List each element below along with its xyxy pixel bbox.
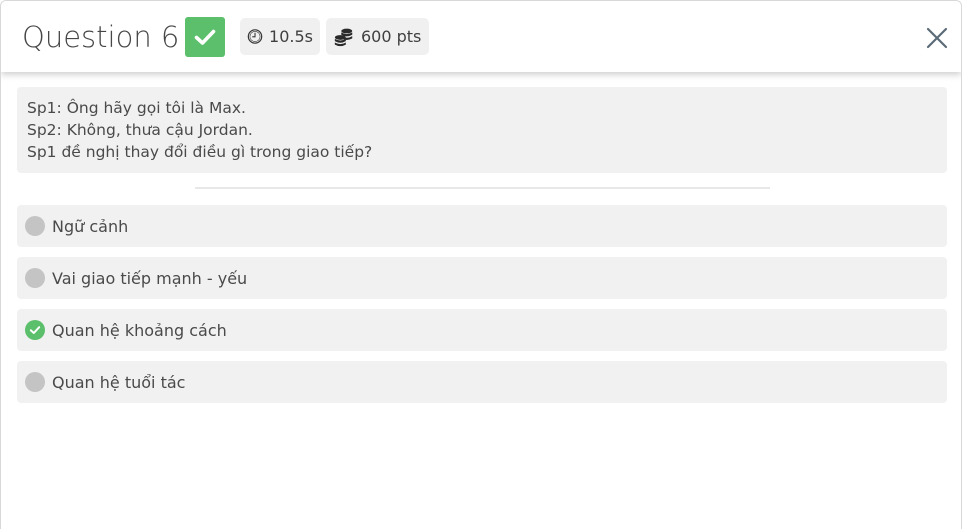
answer-option-label: Quan hệ tuổi tác: [52, 372, 186, 392]
question-line: Sp1: Ông hãy gọi tôi là Max.: [27, 99, 246, 117]
answer-option-label: Vai giao tiếp mạnh - yếu: [52, 268, 248, 288]
points-value: 600 pts: [361, 27, 422, 46]
clock-icon: [247, 29, 263, 44]
answer-option-label: Ngữ cảnh: [52, 216, 129, 236]
answer-option[interactable]: Vai giao tiếp mạnh - yếu: [17, 257, 947, 299]
question-title: Question 6: [22, 20, 180, 54]
answer-option[interactable]: Ngữ cảnh: [17, 205, 947, 247]
question-header: Question 6 10.5s 600 pts: [1, 1, 961, 72]
answer-option[interactable]: Quan hệ tuổi tác: [17, 361, 947, 403]
radio-icon: [25, 216, 45, 236]
radio-icon: [25, 268, 45, 288]
check-circle-icon: [25, 320, 45, 340]
question-line: Sp1 đề nghị thay đổi điều gì trong giao …: [27, 143, 373, 161]
time-pill: 10.5s: [240, 18, 320, 55]
answer-option-correct[interactable]: Quan hệ khoảng cách: [17, 309, 947, 351]
radio-icon: [25, 372, 45, 392]
answer-option-label: Quan hệ khoảng cách: [52, 320, 227, 340]
close-button[interactable]: [923, 24, 951, 52]
close-icon: [926, 27, 948, 49]
points-pill: 600 pts: [326, 18, 429, 55]
divider: [195, 187, 770, 189]
question-modal: Question 6 10.5s 600 pts Sp1: Ông hãy gọ…: [0, 0, 962, 529]
time-value: 10.5s: [269, 27, 313, 46]
check-icon: [194, 29, 216, 45]
question-line: Sp2: Không, thưa cậu Jordan.: [27, 121, 253, 139]
correct-badge: [185, 17, 225, 57]
coins-icon: [334, 28, 353, 46]
question-text-box: Sp1: Ông hãy gọi tôi là Max. Sp2: Không,…: [17, 87, 947, 173]
